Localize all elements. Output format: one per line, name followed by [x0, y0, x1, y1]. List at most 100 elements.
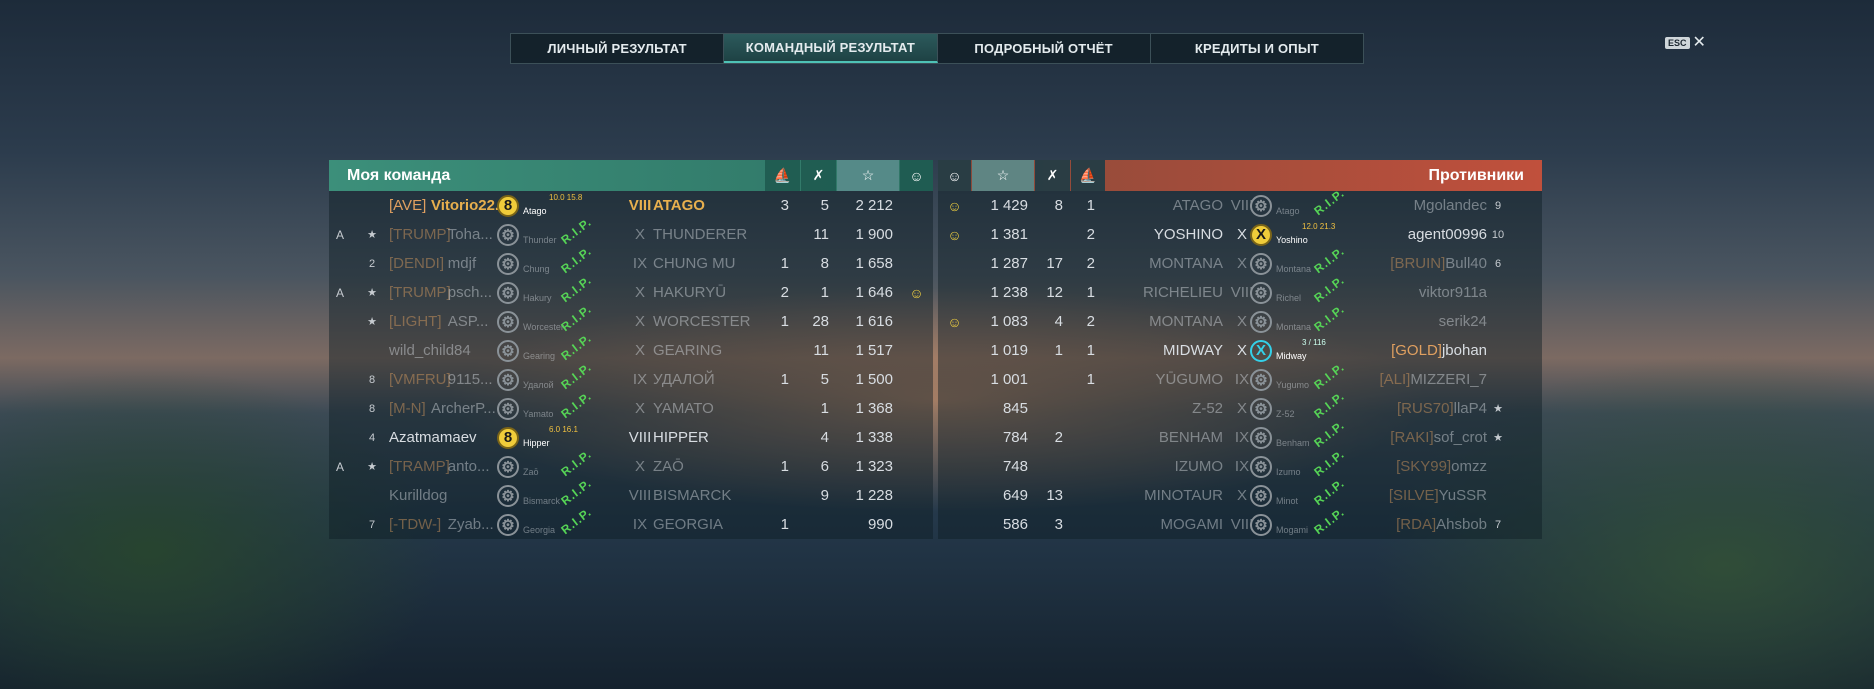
ship-short-name: Midway [1276, 351, 1307, 361]
ship-tier-icon: ⚙ [497, 310, 519, 333]
table-row[interactable]: ☺ 1 083 4 2 MONTANA X ⚙ Montana R.I.P. serik24 [938, 302, 1542, 336]
frags [1035, 220, 1063, 249]
table-row[interactable]: 1 238 12 1 RICHELIEU VIII ⚙ Richel R.I.P. viktor… [938, 273, 1542, 307]
medal-icon [900, 307, 933, 336]
ship-name: YOSHINO [1153, 226, 1223, 243]
ship-tier-icon: X [1250, 223, 1272, 246]
table-row[interactable]: wild_child84 ⚙ Gearing R.I.P. X GEARING 11 1 51… [329, 331, 933, 365]
torpedo-hits [1071, 394, 1095, 423]
player-nick: serik24 [1438, 313, 1487, 330]
rip-stamp: R.I.P. [558, 214, 595, 248]
table-row[interactable]: A ★ [TRAMP] anto... ⚙ Zaō R.I.P. X ZAŌ 1 6 1 323 [329, 447, 933, 481]
ship-hp: 6.0 16.1 [549, 425, 578, 434]
base-xp: 1 429 [990, 197, 1028, 214]
frags: 6 [820, 458, 829, 475]
player-clan: [RDA] [1396, 516, 1437, 533]
torpedo-icon[interactable]: ⛵ [765, 160, 800, 191]
rip-stamp: R.I.P. [1311, 359, 1348, 393]
torpedo-hits: 1 [1086, 371, 1095, 388]
torpedo-hits: 1 [780, 516, 789, 533]
ship-tier-icon: ⚙ [1250, 513, 1272, 536]
table-row[interactable]: 845 Z-52 X ⚙ Z-52 R.I.P. [RUS70] llaP4 ★ [938, 389, 1542, 423]
ship-tier: VIII [628, 487, 652, 504]
table-row[interactable]: 2 [DENDI] mdjf ⚙ Chung R.I.P. IX CHUNG MU 1 8 1 65… [329, 244, 933, 278]
star-icon[interactable]: ☆ [972, 160, 1034, 191]
ship-status: 8 Hipper 6.0 16.1 [497, 423, 609, 452]
rip-stamp: R.I.P. [1311, 243, 1348, 277]
base-xp: 1 287 [990, 255, 1028, 272]
tab-personal-result[interactable]: ЛИЧНЫЙ РЕЗУЛЬТАТ [511, 34, 725, 63]
rip-stamp: R.I.P. [1311, 301, 1348, 335]
medal-icon[interactable]: ☺ [900, 160, 933, 191]
ship-name: MOGAMI [1160, 516, 1224, 533]
tab-credits-xp[interactable]: КРЕДИТЫ И ОПЫТ [1151, 34, 1363, 63]
ship-name: УДАЛОЙ [653, 371, 715, 388]
close-button[interactable]: ESC ✕ [1665, 35, 1706, 51]
rip-stamp: R.I.P. [558, 446, 595, 480]
table-row[interactable]: 649 13 MINOTAUR X ⚙ Minot R.I.P. [SILVE] YuSSR [938, 476, 1542, 510]
torpedo-icon[interactable]: ⛵ [1071, 160, 1105, 191]
medal-icon [900, 394, 933, 423]
ship-name: YŪGUMO [1155, 371, 1224, 388]
ship-tier-icon: ⚙ [497, 339, 519, 362]
table-row[interactable]: 784 2 BENHAM IX ⚙ Benham R.I.P. [RAKI] sof_crot ★ [938, 418, 1542, 452]
table-row[interactable]: 8 [M-N] ArcherP... ⚙ Yamato R.I.P. X YAMATO 1 1 3… [329, 389, 933, 423]
table-row[interactable]: ☺ 1 429 8 1 ATAGO VIII ⚙ Atago R.I.P. Mgolandec 9 [938, 186, 1542, 220]
ship-name: ZAŌ [653, 458, 684, 475]
table-row[interactable]: 1 001 1 YŪGUMO IX ⚙ Yugumo R.I.P. [ALI] MIZZERI_… [938, 360, 1542, 394]
ship-tier-icon: ⚙ [497, 484, 519, 507]
tab-team-result[interactable]: КОМАНДНЫЙ РЕЗУЛЬТАТ [724, 34, 938, 63]
ship-tier-icon: 8 [497, 426, 519, 449]
tab-detailed-report[interactable]: ПОДРОБНЫЙ ОТЧЁТ [938, 34, 1151, 63]
table-row[interactable]: 8 [VMFRU] 9115... ⚙ Удалой R.I.P. IX УДАЛОЙ 1 5 1 … [329, 360, 933, 394]
medal-icon[interactable]: ☺ [938, 160, 971, 191]
ship-tier: X [634, 313, 645, 330]
player-nick: Mgolandec [1413, 197, 1487, 214]
torpedo-hits: 3 [780, 197, 789, 214]
table-row[interactable]: 1 287 17 2 MONTANA X ⚙ Montana R.I.P. [BRUIN] Bul… [938, 244, 1542, 278]
frags: 9 [820, 487, 829, 504]
player-clan: [SKY99] [1396, 458, 1452, 475]
ship-short-name: Thunder [523, 235, 557, 245]
table-row[interactable]: A ★ [TRUMP] Toha... ⚙ Thunder R.I.P. X THUNDERER… [329, 215, 933, 249]
frags: 4 [1054, 313, 1063, 330]
ship-short-name: Richel [1276, 293, 1302, 303]
enemy-team-rows: ☺ 1 429 8 1 ATAGO VIII ⚙ Atago R.I.P. Mgolandec 9 ☺… [938, 186, 1542, 539]
ship-short-name: Gearing [523, 351, 556, 361]
rank-star-icon: 7 [368, 518, 376, 531]
table-row[interactable]: ☺ 1 381 2 YOSHINO X X Yoshino 12.0 21.3 agent009… [938, 220, 1542, 249]
player-name: ArcherP... [431, 400, 496, 417]
player-nick: jbohan [1441, 342, 1487, 359]
ship-status: ⚙ Yamato R.I.P. [497, 389, 609, 423]
table-row[interactable]: 1 019 1 1 MIDWAY X X Midway 3 / 116 [GOLD] jbohan [938, 336, 1542, 365]
rip-stamp: R.I.P. [558, 388, 595, 422]
torpedo-hits [1071, 452, 1095, 481]
torpedo-hits: 1 [780, 371, 789, 388]
ship-short-name: Z-52 [1276, 409, 1295, 419]
table-row[interactable]: 7 [-TDW-] Zyab... ⚙ Georgia R.I.P. IX GEORGIA 1 9… [329, 505, 933, 539]
ship-tier-icon: ⚙ [1250, 194, 1272, 217]
torpedo-hits [765, 394, 789, 423]
ship-tier-icon: ⚙ [497, 455, 519, 478]
ship-status: ⚙ Chung R.I.P. [497, 244, 609, 278]
table-row[interactable]: A ★ [TRUMP] psch... ⚙ Hakury R.I.P. X HAKURYŪ 2 1 1… [329, 273, 933, 307]
ship-short-name: Yoshino [1276, 235, 1308, 245]
rank-star-icon: ★ [367, 316, 377, 328]
table-row[interactable]: [AVE] Vitorio22... 8 Atago 10.0 15.8 VIII ATAG… [329, 191, 933, 220]
star-icon[interactable]: ☆ [837, 160, 899, 191]
table-row[interactable]: 586 3 MOGAMI VIII ⚙ Mogami R.I.P. [RDA] Ahsbob 7 [938, 505, 1542, 539]
table-row[interactable]: ★ [LIGHT] ASP... ⚙ Worcester R.I.P. X WORCESTER… [329, 302, 933, 336]
torpedo-hits: 1 [780, 313, 789, 330]
player-name: psch... [447, 284, 492, 301]
player-name: Toha... [447, 226, 493, 243]
ship-tier-icon: 8 [497, 194, 519, 217]
table-row[interactable]: 748 IZUMO IX ⚙ Izumo R.I.P. [SKY99] omzz [938, 447, 1542, 481]
player-clan: [SILVE] [1388, 487, 1439, 504]
table-row[interactable]: Kurilldog ⚙ Bismarck R.I.P. VIII BISMARCK 9 1 2… [329, 476, 933, 510]
medal-icon [900, 336, 933, 365]
frag-icon[interactable]: ✗ [801, 160, 836, 191]
ship-short-name: Hakury [523, 293, 552, 303]
table-row[interactable]: 4 Azatmamaev 8 Hipper 6.0 16.1 VIII HIPPER 4 1 3… [329, 423, 933, 452]
frags: 5 [820, 371, 829, 388]
frag-icon[interactable]: ✗ [1035, 160, 1070, 191]
